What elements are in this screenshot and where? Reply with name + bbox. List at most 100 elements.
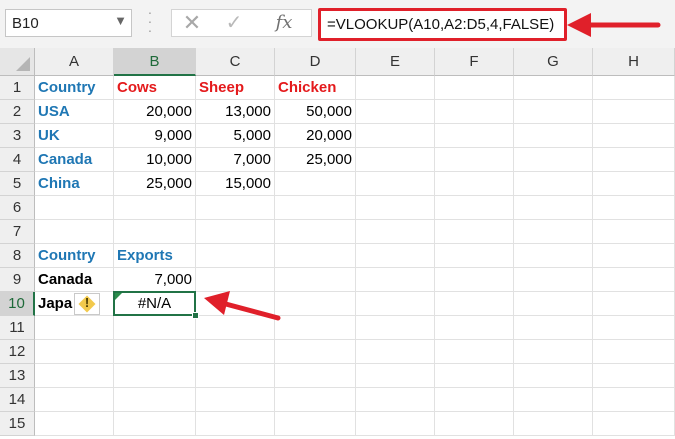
column-header-a[interactable]: A	[35, 48, 114, 76]
cell-c2[interactable]: 13,000	[196, 100, 275, 124]
cell-c8[interactable]	[196, 244, 275, 268]
row-header-8[interactable]: 8	[0, 244, 35, 268]
cell-h2[interactable]	[593, 100, 675, 124]
cell-f6[interactable]	[435, 196, 514, 220]
cell-c14[interactable]	[196, 388, 275, 412]
row-header-6[interactable]: 6	[0, 196, 35, 220]
row-header-10[interactable]: 10	[0, 292, 35, 316]
row-header-12[interactable]: 12	[0, 340, 35, 364]
cell-g15[interactable]	[514, 412, 593, 436]
cell-h1[interactable]	[593, 76, 675, 100]
cell-e14[interactable]	[356, 388, 435, 412]
cell-b5[interactable]: 25,000	[114, 172, 196, 196]
cell-h8[interactable]	[593, 244, 675, 268]
cell-e7[interactable]	[356, 220, 435, 244]
cell-g1[interactable]	[514, 76, 593, 100]
cell-h4[interactable]	[593, 148, 675, 172]
row-header-11[interactable]: 11	[0, 316, 35, 340]
cell-a6[interactable]	[35, 196, 114, 220]
cell-d5[interactable]	[275, 172, 356, 196]
cell-c5[interactable]: 15,000	[196, 172, 275, 196]
cell-g4[interactable]	[514, 148, 593, 172]
cell-b12[interactable]	[114, 340, 196, 364]
row-header-15[interactable]: 15	[0, 412, 35, 436]
cell-h13[interactable]	[593, 364, 675, 388]
cell-d6[interactable]	[275, 196, 356, 220]
cell-g12[interactable]	[514, 340, 593, 364]
cell-g10[interactable]	[514, 292, 593, 316]
column-header-f[interactable]: F	[435, 48, 514, 76]
cell-c12[interactable]	[196, 340, 275, 364]
cell-e11[interactable]	[356, 316, 435, 340]
cell-g6[interactable]	[514, 196, 593, 220]
cell-d14[interactable]	[275, 388, 356, 412]
cell-f12[interactable]	[435, 340, 514, 364]
cell-d13[interactable]	[275, 364, 356, 388]
cell-c6[interactable]	[196, 196, 275, 220]
cell-b14[interactable]	[114, 388, 196, 412]
column-header-e[interactable]: E	[356, 48, 435, 76]
cell-b8[interactable]: Exports	[114, 244, 196, 268]
cell-f15[interactable]	[435, 412, 514, 436]
select-all-corner[interactable]	[0, 48, 35, 76]
cell-b2[interactable]: 20,000	[114, 100, 196, 124]
cell-d2[interactable]: 50,000	[275, 100, 356, 124]
column-header-h[interactable]: H	[593, 48, 675, 76]
cell-h14[interactable]	[593, 388, 675, 412]
cell-f5[interactable]	[435, 172, 514, 196]
cell-f4[interactable]	[435, 148, 514, 172]
cell-f11[interactable]	[435, 316, 514, 340]
cell-f9[interactable]	[435, 268, 514, 292]
cell-f8[interactable]	[435, 244, 514, 268]
cell-c1[interactable]: Sheep	[196, 76, 275, 100]
row-header-9[interactable]: 9	[0, 268, 35, 292]
cell-c3[interactable]: 5,000	[196, 124, 275, 148]
check-icon[interactable]: ✓	[214, 10, 254, 36]
cell-b10[interactable]: #N/A	[114, 292, 196, 316]
cell-c4[interactable]: 7,000	[196, 148, 275, 172]
cell-a5[interactable]: China	[35, 172, 114, 196]
cell-b9[interactable]: 7,000	[114, 268, 196, 292]
cell-a12[interactable]	[35, 340, 114, 364]
cell-a7[interactable]	[35, 220, 114, 244]
cell-g7[interactable]	[514, 220, 593, 244]
row-header-1[interactable]: 1	[0, 76, 35, 100]
row-header-7[interactable]: 7	[0, 220, 35, 244]
cell-e13[interactable]	[356, 364, 435, 388]
cell-b4[interactable]: 10,000	[114, 148, 196, 172]
cell-h6[interactable]	[593, 196, 675, 220]
row-header-4[interactable]: 4	[0, 148, 35, 172]
cell-f10[interactable]	[435, 292, 514, 316]
cell-b3[interactable]: 9,000	[114, 124, 196, 148]
cell-b7[interactable]	[114, 220, 196, 244]
cell-f2[interactable]	[435, 100, 514, 124]
cell-a14[interactable]	[35, 388, 114, 412]
cell-e12[interactable]	[356, 340, 435, 364]
cell-h10[interactable]	[593, 292, 675, 316]
x-icon[interactable]: ✕	[172, 10, 212, 36]
row-header-14[interactable]: 14	[0, 388, 35, 412]
cell-d3[interactable]: 20,000	[275, 124, 356, 148]
cell-e4[interactable]	[356, 148, 435, 172]
cell-h11[interactable]	[593, 316, 675, 340]
cell-a2[interactable]: USA	[35, 100, 114, 124]
row-header-2[interactable]: 2	[0, 100, 35, 124]
cell-g11[interactable]	[514, 316, 593, 340]
cell-g13[interactable]	[514, 364, 593, 388]
cell-f13[interactable]	[435, 364, 514, 388]
cell-e10[interactable]	[356, 292, 435, 316]
cell-d4[interactable]: 25,000	[275, 148, 356, 172]
formula-input[interactable]: =VLOOKUP(A10,A2:D5,4,FALSE)	[318, 8, 567, 41]
cell-e3[interactable]	[356, 124, 435, 148]
cell-e1[interactable]	[356, 76, 435, 100]
row-header-3[interactable]: 3	[0, 124, 35, 148]
name-box[interactable]: B10 ▼	[5, 9, 132, 37]
cell-d1[interactable]: Chicken	[275, 76, 356, 100]
cell-d7[interactable]	[275, 220, 356, 244]
cell-a1[interactable]: Country	[35, 76, 114, 100]
cell-a15[interactable]	[35, 412, 114, 436]
column-header-c[interactable]: C	[196, 48, 275, 76]
cell-g8[interactable]	[514, 244, 593, 268]
column-header-b[interactable]: B	[114, 48, 196, 76]
cell-d15[interactable]	[275, 412, 356, 436]
